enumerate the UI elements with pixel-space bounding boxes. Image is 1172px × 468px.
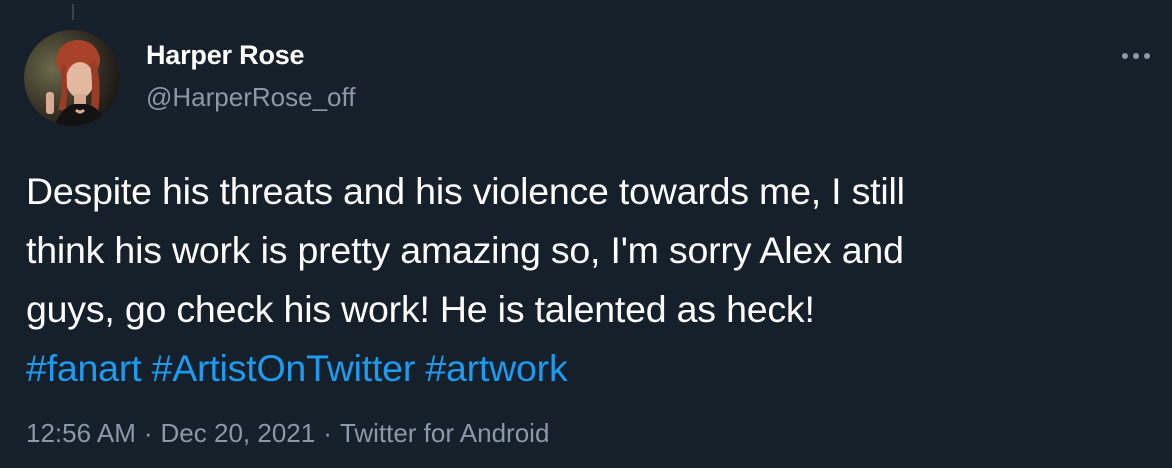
- hashtag-link[interactable]: #ArtistOnTwitter: [152, 347, 416, 389]
- author-display-name[interactable]: Harper Rose: [146, 40, 305, 71]
- tweet-metadata: 12:56 AM · Dec 20, 2021 · Twitter for Androi…: [26, 418, 549, 449]
- hashtag-link[interactable]: #fanart: [26, 347, 142, 389]
- hashtag-line: #fanart #ArtistOnTwitter #artwork: [26, 339, 1146, 398]
- thread-connector-line: [72, 4, 74, 20]
- avatar[interactable]: [24, 30, 120, 126]
- meta-separator: ·: [323, 418, 332, 448]
- tweet-text-line: guys, go check his work! He is talented …: [26, 288, 815, 330]
- hashtag-link[interactable]: #artwork: [425, 347, 567, 389]
- more-horizontal-icon: [1122, 53, 1150, 59]
- more-options-button[interactable]: [1118, 44, 1154, 68]
- author-handle[interactable]: @HarperRose_off: [146, 82, 355, 113]
- tweet-text-line: think his work is pretty amazing so, I'm…: [26, 229, 904, 271]
- tweet-time-link[interactable]: 12:56 AM: [26, 418, 136, 448]
- meta-separator: ·: [143, 418, 153, 448]
- tweet-text-line: Despite his threats and his violence tow…: [26, 170, 905, 212]
- tweet-text: Despite his threats and his violence tow…: [26, 162, 1146, 398]
- tweet-date-link[interactable]: Dec 20, 2021: [161, 418, 316, 448]
- avatar-image: [24, 30, 120, 126]
- tweet-source-link[interactable]: Twitter for Android: [340, 418, 550, 448]
